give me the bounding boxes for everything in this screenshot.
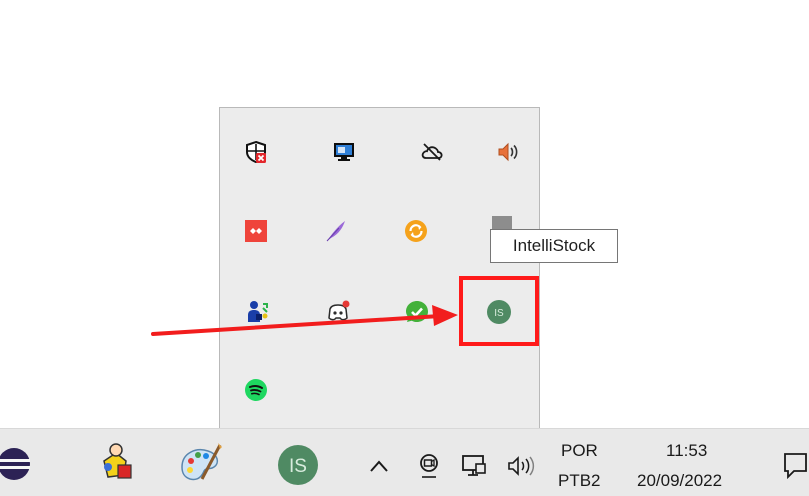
clock-date[interactable]: 20/09/2022 bbox=[637, 471, 722, 491]
anydesk-icon[interactable] bbox=[244, 219, 268, 243]
intellistock-tooltip: IntelliStock bbox=[490, 229, 618, 263]
spotify-icon[interactable] bbox=[244, 378, 268, 402]
intellistock-taskbar-icon[interactable]: IS bbox=[278, 445, 318, 485]
language-code[interactable]: POR bbox=[561, 441, 598, 461]
sync-icon[interactable] bbox=[404, 219, 428, 243]
paint-app-icon[interactable] bbox=[178, 441, 224, 485]
intellistock-taskbar-label: IS bbox=[289, 456, 307, 477]
volume-icon[interactable] bbox=[507, 455, 537, 477]
chevron-up-icon[interactable] bbox=[368, 457, 390, 475]
highlight-box bbox=[459, 276, 539, 346]
defender-warning-icon[interactable] bbox=[244, 140, 268, 164]
bluetooth-people-icon[interactable] bbox=[246, 300, 270, 324]
tray-overflow-flyout: IS bbox=[219, 107, 540, 437]
clock-time[interactable]: 11:53 bbox=[666, 441, 707, 461]
people-app-icon[interactable] bbox=[96, 441, 136, 485]
cloud-offline-icon[interactable] bbox=[420, 140, 444, 164]
network-icon[interactable] bbox=[460, 453, 488, 479]
whatsapp-check-icon[interactable] bbox=[405, 300, 429, 324]
keyboard-layout[interactable]: PTB2 bbox=[558, 471, 601, 491]
display-monitor-icon[interactable] bbox=[332, 140, 356, 164]
camera-mic-icon[interactable] bbox=[417, 451, 441, 479]
eclipse-icon[interactable] bbox=[0, 447, 34, 481]
feather-icon[interactable] bbox=[324, 219, 348, 243]
volume-muted-icon[interactable] bbox=[496, 140, 520, 164]
taskbar: IS POR PTB2 11:53 20/09/2022 bbox=[0, 428, 809, 496]
notification-icon[interactable] bbox=[782, 451, 808, 481]
discord-icon[interactable] bbox=[326, 300, 350, 324]
